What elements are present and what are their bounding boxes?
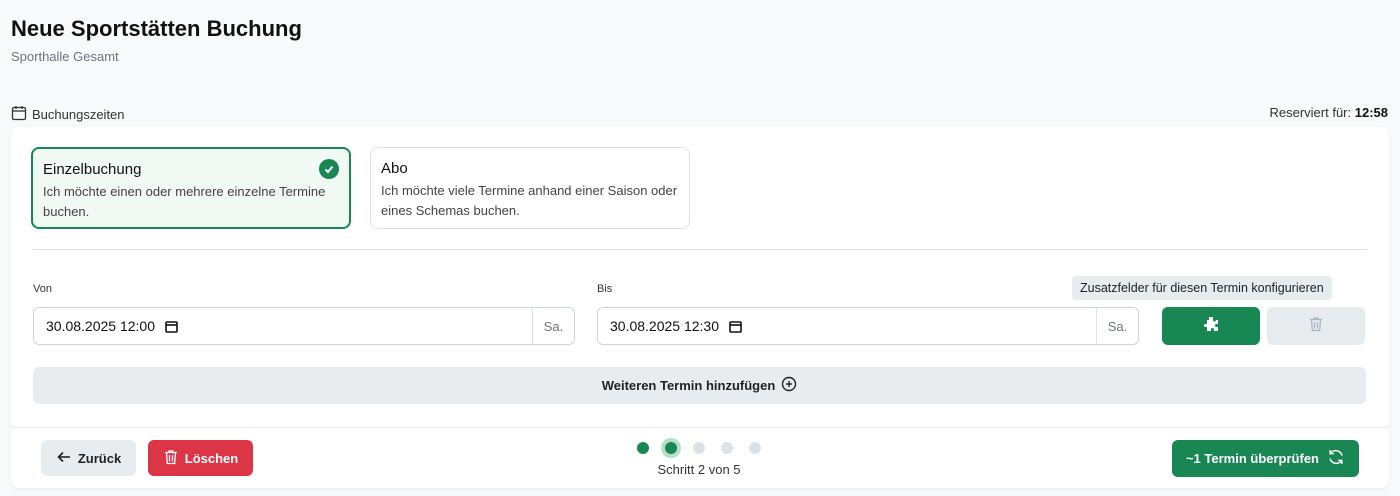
add-appointment-button[interactable]: Weiteren Termin hinzufügen (33, 367, 1366, 404)
trash-icon (163, 449, 179, 468)
delete-appointment-button[interactable] (1267, 307, 1365, 345)
option-description: Ich möchte einen oder mehrere einzelne T… (43, 184, 326, 219)
reserved-label: Reserviert für: (1269, 105, 1352, 120)
puzzle-icon (1202, 315, 1220, 338)
step-indicator (631, 440, 767, 456)
to-weekday-suffix: Sa. (1096, 308, 1138, 344)
to-datetime-input[interactable]: 30.08.2025 12:30 (598, 318, 1096, 334)
to-label: Bis (597, 283, 613, 295)
from-label: Von (33, 283, 52, 295)
step-dot (637, 442, 649, 454)
booking-card: Einzelbuchung Ich möchte einen oder mehr… (11, 127, 1389, 488)
to-datetime-value: 30.08.2025 12:30 (610, 318, 719, 334)
delete-button-label: Löschen (184, 450, 239, 466)
arrow-left-icon (56, 449, 72, 468)
step-dot (749, 442, 761, 454)
step-dot (721, 442, 733, 454)
tooltip: Zusatzfelder für diesen Termin konfiguri… (1072, 276, 1332, 300)
trash-icon (1308, 316, 1324, 337)
back-button-label: Zurück (77, 450, 122, 466)
option-subscription[interactable]: Abo Ich möchte viele Termine anhand eine… (370, 147, 690, 229)
calendar-picker-icon[interactable] (729, 320, 742, 333)
section-label: Buchungszeiten (11, 105, 125, 124)
option-title: Einzelbuchung (43, 161, 142, 178)
reserved-time: 12:58 (1354, 105, 1388, 120)
review-appointments-button[interactable]: ~1 Termin überprüfen (1172, 440, 1359, 477)
page-title: Neue Sportstätten Buchung (11, 16, 302, 41)
step-text: Schritt 2 von 5 (657, 462, 741, 477)
to-datetime-group: 30.08.2025 12:30 Sa. (597, 307, 1139, 345)
from-datetime-value: 30.08.2025 12:00 (46, 318, 155, 334)
option-single-booking[interactable]: Einzelbuchung Ich möchte einen oder mehr… (31, 147, 351, 229)
from-datetime-input[interactable]: 30.08.2025 12:00 (34, 318, 532, 334)
option-description: Ich möchte viele Termine anhand einer Sa… (381, 183, 678, 218)
section-label-text: Buchungszeiten (32, 107, 125, 122)
from-weekday-suffix: Sa. (532, 308, 574, 344)
review-button-label: ~1 Termin überprüfen (1185, 451, 1320, 466)
delete-booking-button[interactable]: Löschen (148, 440, 253, 476)
add-appointment-label: Weiteren Termin hinzufügen (601, 378, 776, 393)
back-button[interactable]: Zurück (41, 440, 136, 476)
step-dot (693, 442, 705, 454)
refresh-icon (1327, 448, 1345, 469)
calendar-icon (11, 105, 27, 124)
from-datetime-group: 30.08.2025 12:00 Sa. (33, 307, 575, 345)
check-circle-icon (319, 159, 339, 179)
divider (33, 249, 1367, 250)
reservation-timer: Reserviert für: 12:58 (1269, 105, 1388, 120)
calendar-picker-icon[interactable] (165, 320, 178, 333)
configure-fields-button[interactable] (1162, 307, 1260, 345)
step-dot (665, 442, 677, 454)
plus-circle-icon (781, 376, 797, 395)
footer-divider (11, 427, 1389, 428)
page-subtitle: Sporthalle Gesamt (11, 49, 119, 64)
option-title: Abo (381, 160, 408, 177)
